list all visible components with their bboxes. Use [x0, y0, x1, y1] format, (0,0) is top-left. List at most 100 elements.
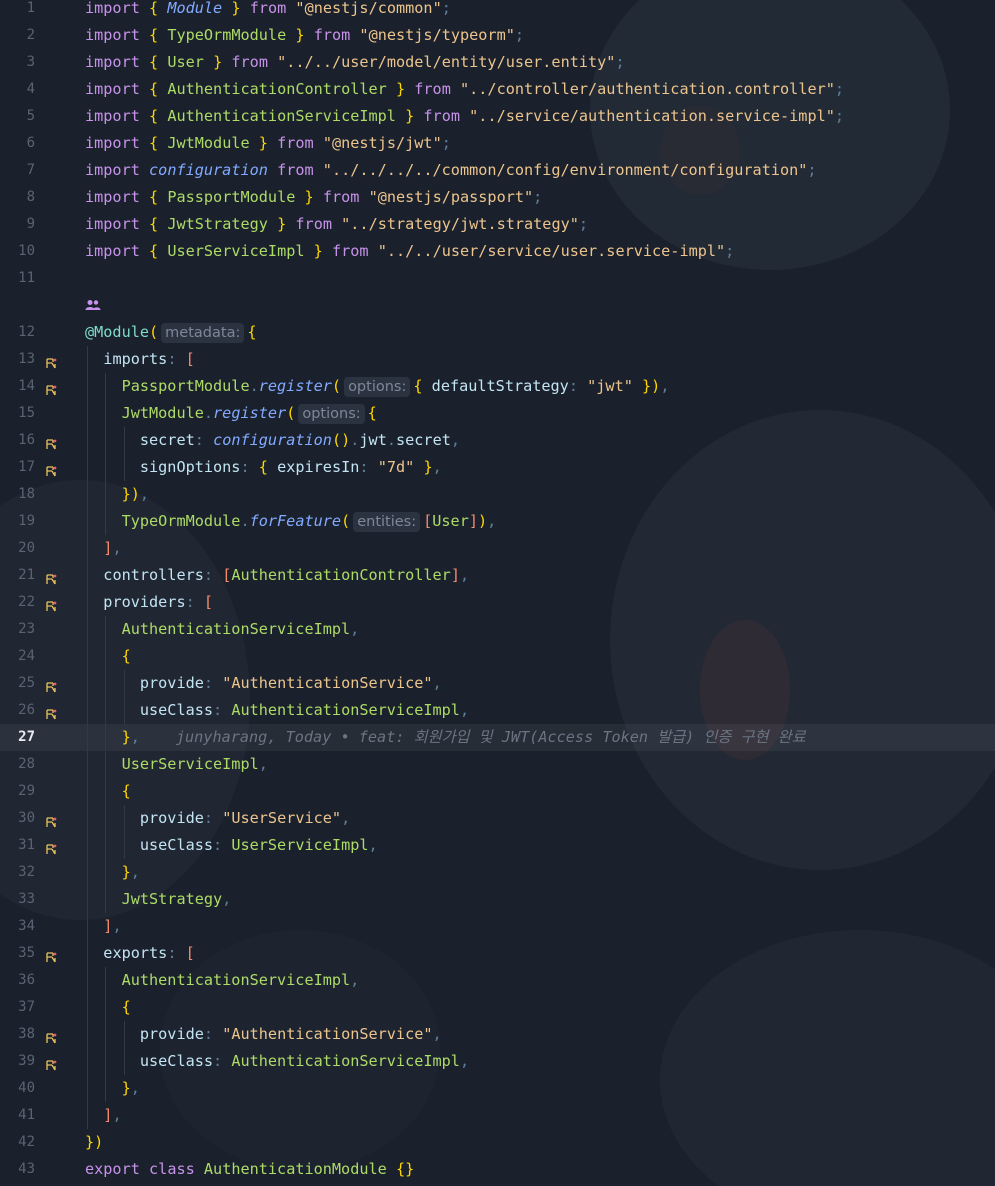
code-line[interactable]: 37 { [0, 994, 995, 1021]
indent-guide [87, 886, 88, 913]
code-line[interactable]: 15 JwtModule.register(options:{ [0, 400, 995, 427]
git-change-icon[interactable] [44, 379, 58, 396]
code-line[interactable]: 26 useClass: AuthenticationServiceImpl, [0, 697, 995, 724]
code-line[interactable]: 31 useClass: UserServiceImpl, [0, 832, 995, 859]
indent-guide [87, 1021, 88, 1048]
indent-guide [105, 508, 107, 535]
git-change-icon[interactable] [44, 433, 58, 450]
code-text: import { Module } from "@nestjs/common"; [85, 0, 451, 17]
line-number: 27 [18, 729, 35, 745]
code-line[interactable]: 18 }), [0, 481, 995, 508]
code-line[interactable]: 8 import { PassportModule } from "@nestjs… [0, 184, 995, 211]
code-line[interactable]: 27 }, junyharang, Today • feat: 회원가입 및 JW… [0, 724, 995, 751]
indent-guide [87, 346, 88, 373]
code-text: PassportModule.register(options:{ defaul… [121, 377, 670, 397]
code-line[interactable]: 16 secret: configuration().jwt.secret, [0, 427, 995, 454]
indent-guide [87, 616, 88, 643]
code-line[interactable]: 3 import { User } from "../../user/model/… [0, 49, 995, 76]
code-editor[interactable]: 1 import { Module } from "@nestjs/common"… [0, 0, 995, 1183]
indent-guide [87, 832, 88, 859]
code-line[interactable]: 17 signOptions: { expiresIn: "7d" }, [0, 454, 995, 481]
line-number: 21 [18, 567, 35, 583]
code-line[interactable]: 32 }, [0, 859, 995, 886]
code-line[interactable]: 41 ], [0, 1102, 995, 1129]
code-line[interactable]: 5 import { AuthenticationServiceImpl } fr… [0, 103, 995, 130]
indent-guide [87, 670, 88, 697]
code-text: }, junyharang, Today • feat: 회원가입 및 JWT(A… [121, 728, 806, 746]
indent-guide [123, 1021, 125, 1048]
indent-guide [87, 481, 88, 508]
code-line[interactable]: 23 AuthenticationServiceImpl, [0, 616, 995, 643]
line-number: 38 [18, 1026, 35, 1042]
code-text: import { PassportModule } from "@nestjs/… [85, 188, 543, 206]
code-line[interactable]: 29 { [0, 778, 995, 805]
code-line[interactable]: 36 AuthenticationServiceImpl, [0, 967, 995, 994]
code-line[interactable]: 19 TypeOrmModule.forFeature(entities: [Us… [0, 508, 995, 535]
indent-guide [123, 805, 125, 832]
line-number: 36 [18, 972, 35, 988]
line-number: 29 [18, 783, 35, 799]
code-line[interactable]: 34 ], [0, 913, 995, 940]
code-line[interactable]: 4 import { AuthenticationController } fro… [0, 76, 995, 103]
code-text: }, [121, 863, 140, 881]
code-text: import { JwtStrategy } from "../strategy… [85, 215, 589, 233]
code-line[interactable]: 38 provide: "AuthenticationService", [0, 1021, 995, 1048]
code-line[interactable]: 2 import { TypeOrmModule } from "@nestjs/… [0, 22, 995, 49]
code-text: import { TypeOrmModule } from "@nestjs/t… [85, 26, 525, 44]
code-line[interactable]: 10 import { UserServiceImpl } from "../..… [0, 238, 995, 265]
code-line[interactable]: 14 PassportModule.register(options:{ def… [0, 373, 995, 400]
git-change-icon[interactable] [44, 568, 58, 585]
code-line[interactable]: 28 UserServiceImpl, [0, 751, 995, 778]
git-change-icon[interactable] [44, 352, 58, 369]
line-number: 40 [18, 1080, 35, 1096]
code-line[interactable]: 43 export class AuthenticationModule {} [0, 1156, 995, 1183]
code-line[interactable]: 39 useClass: AuthenticationServiceImpl, [0, 1048, 995, 1075]
line-number: 10 [18, 243, 35, 259]
indent-guide [105, 805, 107, 832]
code-text: import { UserServiceImpl } from "../../u… [85, 242, 735, 260]
line-number: 4 [26, 81, 35, 97]
code-line[interactable]: 33 JwtStrategy, [0, 886, 995, 913]
code-line[interactable]: 21 controllers: [AuthenticationControlle… [0, 562, 995, 589]
code-line[interactable]: 20 ], [0, 535, 995, 562]
code-line[interactable]: 42}) [0, 1129, 995, 1156]
git-change-icon[interactable] [44, 676, 58, 693]
inline-blame: junyharang, Today • feat: 회원가입 및 JWT(Acc… [175, 728, 806, 746]
code-line[interactable]: 24 { [0, 643, 995, 670]
code-line[interactable]: 11 [0, 265, 995, 292]
code-line[interactable]: 25 provide: "AuthenticationService", [0, 670, 995, 697]
code-line[interactable]: 12 @Module(metadata:{ [0, 319, 995, 346]
indent-guide [87, 751, 88, 778]
code-line[interactable]: 30 provide: "UserService", [0, 805, 995, 832]
code-line[interactable]: 35 exports: [ [0, 940, 995, 967]
indent-guide [87, 1048, 88, 1075]
code-line[interactable]: 40 }, [0, 1075, 995, 1102]
indent-guide [123, 670, 125, 697]
code-line[interactable]: 9 import { JwtStrategy } from "../strateg… [0, 211, 995, 238]
indent-guide [87, 967, 88, 994]
indent-guide [123, 427, 125, 454]
git-change-icon[interactable] [44, 838, 58, 855]
indent-guide [105, 886, 107, 913]
git-change-icon[interactable] [44, 703, 58, 720]
line-number: 41 [18, 1107, 35, 1123]
code-line[interactable]: 7 import configuration from "../../../../… [0, 157, 995, 184]
code-line[interactable]: 1 import { Module } from "@nestjs/common"… [0, 0, 995, 22]
git-change-icon[interactable] [44, 946, 58, 963]
code-line[interactable]: 13 imports: [ [0, 346, 995, 373]
git-change-icon[interactable] [44, 1027, 58, 1044]
git-change-icon[interactable] [44, 811, 58, 828]
line-number: 35 [18, 945, 35, 961]
indent-guide [105, 994, 107, 1021]
codelens-author[interactable] [0, 292, 995, 319]
git-change-icon[interactable] [44, 595, 58, 612]
inlay-hint: metadata: [161, 323, 245, 343]
code-line[interactable]: 22 providers: [ [0, 589, 995, 616]
git-change-icon[interactable] [44, 460, 58, 477]
code-line[interactable]: 6 import { JwtModule } from "@nestjs/jwt"… [0, 130, 995, 157]
line-number: 18 [18, 486, 35, 502]
line-number: 16 [18, 432, 35, 448]
git-change-icon[interactable] [44, 1054, 58, 1071]
code-text: { [121, 782, 131, 800]
indent-guide [87, 427, 88, 454]
